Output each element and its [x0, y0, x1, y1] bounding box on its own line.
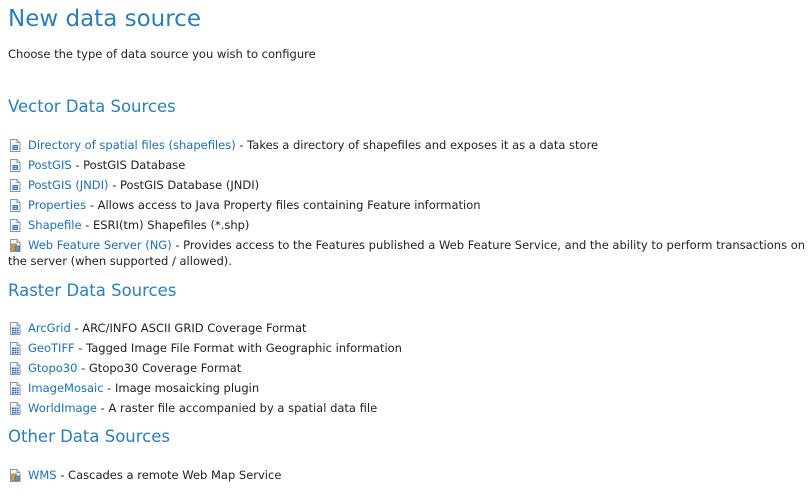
vector-store-icon — [9, 139, 21, 152]
raster-store-icon — [9, 322, 21, 335]
list-item: PostGIS (JNDI) - PostGIS Database (JNDI) — [8, 177, 808, 193]
vector-store-icon — [9, 219, 21, 232]
source-description: - Tagged Image File Format with Geograph… — [74, 341, 402, 355]
remote-server-icon — [9, 239, 21, 252]
raster-store-icon — [9, 382, 21, 395]
list-item: Directory of spatial files (shapefiles) … — [8, 137, 808, 153]
source-link-gtopo30[interactable]: Gtopo30 — [28, 361, 77, 375]
source-link-shapefile-directory[interactable]: Directory of spatial files (shapefiles) — [28, 138, 236, 152]
list-item: Properties - Allows access to Java Prope… — [8, 197, 808, 213]
other-section-heading: Other Data Sources — [8, 427, 171, 446]
source-description: - Allows access to Java Property files c… — [86, 198, 481, 212]
vector-store-icon — [9, 159, 21, 172]
vector-store-icon — [9, 199, 21, 212]
source-link-shapefile[interactable]: Shapefile — [28, 218, 82, 232]
source-description: - ARC/INFO ASCII GRID Coverage Format — [70, 321, 307, 335]
source-description: - Image mosaicking plugin — [103, 381, 260, 395]
list-item: ArcGrid - ARC/INFO ASCII GRID Coverage F… — [8, 320, 808, 336]
source-link-properties[interactable]: Properties — [28, 198, 86, 212]
source-link-geotiff[interactable]: GeoTIFF — [28, 341, 75, 355]
list-item: GeoTIFF - Tagged Image File Format with … — [8, 340, 808, 356]
raster-store-icon — [9, 362, 21, 375]
raster-store-icon — [9, 402, 21, 415]
source-link-imagemosaic[interactable]: ImageMosaic — [28, 381, 104, 395]
raster-source-list: ArcGrid - ARC/INFO ASCII GRID Coverage F… — [8, 320, 808, 420]
list-item: WMS - Cascades a remote Web Map Service — [8, 467, 808, 483]
vector-store-icon — [9, 179, 21, 192]
list-item: Gtopo30 - Gtopo30 Coverage Format — [8, 360, 808, 376]
source-link-postgis[interactable]: PostGIS — [28, 158, 72, 172]
source-link-postgis-jndi[interactable]: PostGIS (JNDI) — [28, 178, 109, 192]
source-description: - A raster file accompanied by a spatial… — [96, 401, 378, 415]
source-link-wfs-ng[interactable]: Web Feature Server (NG) — [28, 238, 172, 252]
source-description: - ESRI(tm) Shapefiles (*.shp) — [81, 218, 250, 232]
vector-section-heading: Vector Data Sources — [8, 97, 176, 116]
source-description: - Takes a directory of shapefiles and ex… — [235, 138, 599, 152]
source-description: - PostGIS Database — [71, 158, 186, 172]
remote-server-icon — [9, 469, 21, 482]
source-description: - Gtopo30 Coverage Format — [77, 361, 242, 375]
other-source-list: WMS - Cascades a remote Web Map Service — [8, 467, 808, 487]
source-link-arcgrid[interactable]: ArcGrid — [28, 321, 71, 335]
source-link-wms[interactable]: WMS — [28, 468, 57, 482]
list-item: Shapefile - ESRI(tm) Shapefiles (*.shp) — [8, 217, 808, 233]
source-description: - PostGIS Database (JNDI) — [108, 178, 260, 192]
list-item: Web Feature Server (NG) - Provides acces… — [8, 237, 808, 269]
page-title: New data source — [8, 6, 201, 32]
vector-source-list: Directory of spatial files (shapefiles) … — [8, 137, 808, 273]
list-item: ImageMosaic - Image mosaicking plugin — [8, 380, 808, 396]
source-link-worldimage[interactable]: WorldImage — [28, 401, 97, 415]
source-description: - Cascades a remote Web Map Service — [56, 468, 282, 482]
raster-store-icon — [9, 342, 21, 355]
page-subtitle: Choose the type of data source you wish … — [8, 47, 316, 61]
list-item: PostGIS - PostGIS Database — [8, 157, 808, 173]
list-item: WorldImage - A raster file accompanied b… — [8, 400, 808, 416]
raster-section-heading: Raster Data Sources — [8, 281, 177, 300]
